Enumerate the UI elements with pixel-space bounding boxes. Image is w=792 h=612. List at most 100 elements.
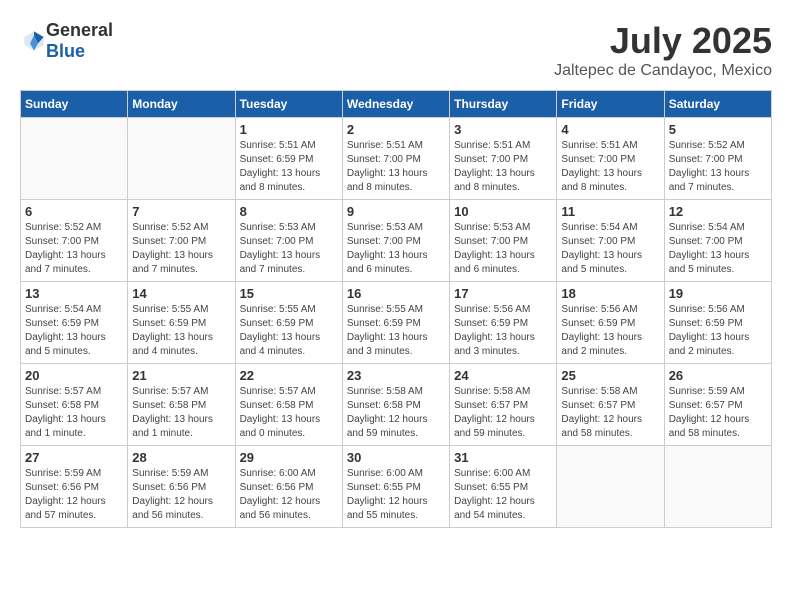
calendar-cell-w3-d0: 13 Sunrise: 5:54 AM Sunset: 6:59 PM Dayli… <box>21 282 128 364</box>
page-header: General Blue July 2025 Jaltepec de Canda… <box>20 20 772 80</box>
day-number: 3 <box>454 122 552 137</box>
day-info: Sunrise: 5:58 AM Sunset: 6:57 PM Dayligh… <box>561 385 659 441</box>
calendar-cell-w1-d5: 4Sunrise: 5:51 AM Sunset: 7:00 PM Daylig… <box>557 118 664 200</box>
calendar-cell-w5-d0: 27 Sunrise: 5:59 AM Sunset: 6:56 PM Dayli… <box>21 446 128 528</box>
calendar-cell-w2-d0: 6Sunrise: 5:52 AM Sunset: 7:00 PM Daylig… <box>21 200 128 282</box>
day-info: Sunrise: 5:59 AM Sunset: 6:57 PM Dayligh… <box>669 385 767 441</box>
day-number: 22 <box>240 368 338 383</box>
day-info: Sunrise: 5:53 AM Sunset: 7:00 PM Dayligh… <box>347 221 445 277</box>
day-info: Sunrise: 5:54 AM Sunset: 7:00 PM Dayligh… <box>669 221 767 277</box>
calendar-cell-w5-d6 <box>664 446 771 528</box>
calendar-cell-w2-d5: 11 Sunrise: 5:54 AM Sunset: 7:00 PM Dayli… <box>557 200 664 282</box>
calendar-cell-w4-d6: 26 Sunrise: 5:59 AM Sunset: 6:57 PM Dayli… <box>664 364 771 446</box>
day-info: Sunrise: 5:54 AM Sunset: 6:59 PM Dayligh… <box>25 303 123 359</box>
day-number: 8 <box>240 204 338 219</box>
day-number: 11 <box>561 204 659 219</box>
calendar-cell-w4-d0: 20 Sunrise: 5:57 AM Sunset: 6:58 PM Dayli… <box>21 364 128 446</box>
day-info: Sunrise: 5:53 AM Sunset: 7:00 PM Dayligh… <box>240 221 338 277</box>
day-number: 29 <box>240 450 338 465</box>
day-number: 1 <box>240 122 338 137</box>
calendar-cell-w5-d2: 29 Sunrise: 6:00 AM Sunset: 6:56 PM Dayli… <box>235 446 342 528</box>
day-info: Sunrise: 6:00 AM Sunset: 6:55 PM Dayligh… <box>347 467 445 523</box>
calendar-cell-w5-d1: 28 Sunrise: 5:59 AM Sunset: 6:56 PM Dayli… <box>128 446 235 528</box>
day-info: Sunrise: 5:58 AM Sunset: 6:58 PM Dayligh… <box>347 385 445 441</box>
calendar-cell-w1-d4: 3 Sunrise: 5:51 AM Sunset: 7:00 PM Daylig… <box>450 118 557 200</box>
day-info: Sunrise: 5:57 AM Sunset: 6:58 PM Dayligh… <box>25 385 123 441</box>
calendar-cell-w3-d6: 19 Sunrise: 5:56 AM Sunset: 6:59 PM Dayli… <box>664 282 771 364</box>
day-number: 31 <box>454 450 552 465</box>
calendar-cell-w4-d1: 21 Sunrise: 5:57 AM Sunset: 6:58 PM Dayli… <box>128 364 235 446</box>
day-info: Sunrise: 5:51 AM Sunset: 6:59 PM Dayligh… <box>240 139 338 195</box>
day-info: Sunrise: 5:52 AM Sunset: 7:00 PM Dayligh… <box>132 221 230 277</box>
calendar-cell-w2-d3: 9 Sunrise: 5:53 AM Sunset: 7:00 PM Daylig… <box>342 200 449 282</box>
day-number: 2 <box>347 122 445 137</box>
day-number: 26 <box>669 368 767 383</box>
day-info: Sunrise: 5:56 AM Sunset: 6:59 PM Dayligh… <box>669 303 767 359</box>
day-info: Sunrise: 6:00 AM Sunset: 6:55 PM Dayligh… <box>454 467 552 523</box>
calendar-week-5: 27 Sunrise: 5:59 AM Sunset: 6:56 PM Dayli… <box>21 446 772 528</box>
calendar-cell-w2-d6: 12 Sunrise: 5:54 AM Sunset: 7:00 PM Dayli… <box>664 200 771 282</box>
day-info: Sunrise: 5:52 AM Sunset: 7:00 PM Dayligh… <box>25 221 123 277</box>
day-number: 24 <box>454 368 552 383</box>
day-info: Sunrise: 5:57 AM Sunset: 6:58 PM Dayligh… <box>240 385 338 441</box>
logo-icon <box>22 29 46 53</box>
calendar-week-1: 1 Sunrise: 5:51 AM Sunset: 6:59 PM Daylig… <box>21 118 772 200</box>
day-number: 13 <box>25 286 123 301</box>
day-info: Sunrise: 5:51 AM Sunset: 7:00 PM Dayligh… <box>347 139 445 195</box>
calendar-cell-w3-d2: 15 Sunrise: 5:55 AM Sunset: 6:59 PM Dayli… <box>235 282 342 364</box>
calendar-week-2: 6Sunrise: 5:52 AM Sunset: 7:00 PM Daylig… <box>21 200 772 282</box>
day-info: Sunrise: 5:55 AM Sunset: 6:59 PM Dayligh… <box>347 303 445 359</box>
day-number: 18 <box>561 286 659 301</box>
day-info: Sunrise: 6:00 AM Sunset: 6:56 PM Dayligh… <box>240 467 338 523</box>
day-info: Sunrise: 5:59 AM Sunset: 6:56 PM Dayligh… <box>132 467 230 523</box>
day-info: Sunrise: 5:54 AM Sunset: 7:00 PM Dayligh… <box>561 221 659 277</box>
day-number: 25 <box>561 368 659 383</box>
day-number: 21 <box>132 368 230 383</box>
header-monday: Monday <box>128 91 235 118</box>
header-tuesday: Tuesday <box>235 91 342 118</box>
day-info: Sunrise: 5:56 AM Sunset: 6:59 PM Dayligh… <box>561 303 659 359</box>
header-sunday: Sunday <box>21 91 128 118</box>
header-saturday: Saturday <box>664 91 771 118</box>
day-info: Sunrise: 5:59 AM Sunset: 6:56 PM Dayligh… <box>25 467 123 523</box>
calendar-cell-w1-d0 <box>21 118 128 200</box>
header-friday: Friday <box>557 91 664 118</box>
day-number: 23 <box>347 368 445 383</box>
calendar-cell-w4-d2: 22 Sunrise: 5:57 AM Sunset: 6:58 PM Dayli… <box>235 364 342 446</box>
day-info: Sunrise: 5:57 AM Sunset: 6:58 PM Dayligh… <box>132 385 230 441</box>
day-info: Sunrise: 5:51 AM Sunset: 7:00 PM Dayligh… <box>454 139 552 195</box>
logo: General Blue <box>20 20 113 62</box>
day-number: 7 <box>132 204 230 219</box>
day-number: 9 <box>347 204 445 219</box>
calendar-cell-w5-d5 <box>557 446 664 528</box>
day-number: 30 <box>347 450 445 465</box>
day-info: Sunrise: 5:53 AM Sunset: 7:00 PM Dayligh… <box>454 221 552 277</box>
day-info: Sunrise: 5:55 AM Sunset: 6:59 PM Dayligh… <box>240 303 338 359</box>
day-number: 19 <box>669 286 767 301</box>
day-number: 12 <box>669 204 767 219</box>
day-number: 20 <box>25 368 123 383</box>
weekday-header-row: Sunday Monday Tuesday Wednesday Thursday… <box>21 91 772 118</box>
day-number: 27 <box>25 450 123 465</box>
day-info: Sunrise: 5:58 AM Sunset: 6:57 PM Dayligh… <box>454 385 552 441</box>
header-wednesday: Wednesday <box>342 91 449 118</box>
calendar-table: Sunday Monday Tuesday Wednesday Thursday… <box>20 90 772 528</box>
header-thursday: Thursday <box>450 91 557 118</box>
day-number: 15 <box>240 286 338 301</box>
day-number: 17 <box>454 286 552 301</box>
calendar-week-4: 20 Sunrise: 5:57 AM Sunset: 6:58 PM Dayli… <box>21 364 772 446</box>
title-block: July 2025 Jaltepec de Candayoc, Mexico <box>554 20 772 80</box>
calendar-cell-w2-d2: 8 Sunrise: 5:53 AM Sunset: 7:00 PM Daylig… <box>235 200 342 282</box>
day-number: 4 <box>561 122 659 137</box>
calendar-cell-w3-d5: 18 Sunrise: 5:56 AM Sunset: 6:59 PM Dayli… <box>557 282 664 364</box>
calendar-cell-w1-d2: 1 Sunrise: 5:51 AM Sunset: 6:59 PM Daylig… <box>235 118 342 200</box>
day-info: Sunrise: 5:52 AM Sunset: 7:00 PM Dayligh… <box>669 139 767 195</box>
calendar-cell-w4-d5: 25 Sunrise: 5:58 AM Sunset: 6:57 PM Dayli… <box>557 364 664 446</box>
day-info: Sunrise: 5:55 AM Sunset: 6:59 PM Dayligh… <box>132 303 230 359</box>
calendar-cell-w1-d1 <box>128 118 235 200</box>
calendar-week-3: 13 Sunrise: 5:54 AM Sunset: 6:59 PM Dayli… <box>21 282 772 364</box>
calendar-cell-w1-d6: 5 Sunrise: 5:52 AM Sunset: 7:00 PM Daylig… <box>664 118 771 200</box>
day-number: 5 <box>669 122 767 137</box>
calendar-cell-w3-d1: 14Sunrise: 5:55 AM Sunset: 6:59 PM Dayli… <box>128 282 235 364</box>
day-number: 28 <box>132 450 230 465</box>
